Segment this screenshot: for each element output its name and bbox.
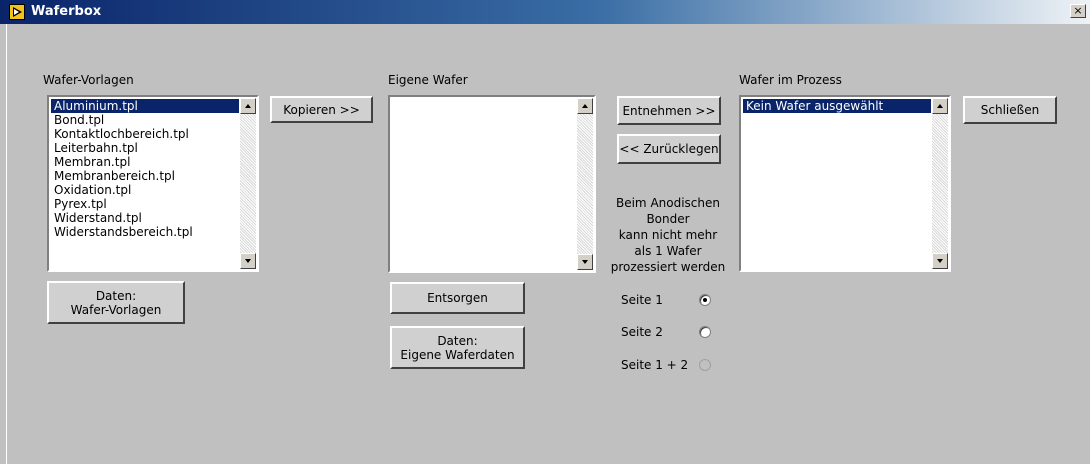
window-title: Waferbox (31, 4, 102, 19)
process-label: Wafer im Prozess (739, 73, 842, 87)
return-button[interactable]: << Zurücklegen (617, 134, 721, 164)
list-item[interactable]: Widerstand.tpl (51, 211, 239, 225)
templates-listbox[interactable]: Aluminium.tpl Bond.tpl Kontaktlochbereich.… (47, 95, 259, 272)
bonder-note: Beim Anodischen Bonder kann nicht mehr a… (610, 196, 726, 274)
copy-button[interactable]: Kopieren >> (270, 96, 373, 123)
templates-items: Aluminium.tpl Bond.tpl Kontaktlochbereich.… (51, 99, 239, 239)
app-icon (9, 4, 25, 20)
list-item[interactable]: Kontaktlochbereich.tpl (51, 127, 239, 141)
scroll-up-button[interactable] (240, 98, 256, 114)
arrow-down-icon (245, 259, 251, 263)
title-bar: Waferbox × (0, 0, 1090, 24)
take-button[interactable]: Entnehmen >> (617, 96, 721, 125)
arrow-up-icon (937, 104, 943, 108)
side-option-label: Seite 1 (621, 293, 663, 307)
scroll-up-button[interactable] (932, 98, 948, 114)
arrow-up-icon (582, 104, 588, 108)
dispose-button[interactable]: Entsorgen (390, 282, 525, 314)
side-option-radio[interactable] (699, 294, 711, 306)
list-item[interactable]: Oxidation.tpl (51, 183, 239, 197)
list-item[interactable]: Aluminium.tpl (51, 99, 239, 113)
templates-scrollbar[interactable] (240, 98, 256, 269)
side-option-label: Seite 2 (621, 325, 663, 339)
list-item[interactable]: Leiterbahn.tpl (51, 141, 239, 155)
own-data-button[interactable]: Daten: Eigene Waferdaten (390, 326, 525, 369)
side-option-label: Seite 1 + 2 (621, 358, 689, 372)
close-button[interactable]: Schließen (963, 96, 1057, 124)
scroll-down-button[interactable] (577, 254, 593, 270)
templates-label: Wafer-Vorlagen (43, 73, 134, 87)
list-item[interactable]: Pyrex.tpl (51, 197, 239, 211)
list-item[interactable]: Bond.tpl (51, 113, 239, 127)
process-scrollbar[interactable] (932, 98, 948, 269)
list-item[interactable]: Widerstandsbereich.tpl (51, 225, 239, 239)
own-wafers-scrollbar[interactable] (577, 98, 593, 270)
list-item[interactable]: Membranbereich.tpl (51, 169, 239, 183)
templates-data-button[interactable]: Daten: Wafer-Vorlagen (47, 281, 185, 324)
side-option-radio[interactable] (699, 326, 711, 338)
arrow-up-icon (245, 104, 251, 108)
process-listbox[interactable]: Kein Wafer ausgewählt (739, 95, 951, 272)
side-option-radio (699, 359, 711, 371)
list-item[interactable]: Membran.tpl (51, 155, 239, 169)
close-icon[interactable]: × (1070, 4, 1086, 18)
list-item[interactable]: Kein Wafer ausgewählt (743, 99, 931, 113)
main-panel: Wafer-Vorlagen Aluminium.tpl Bond.tpl Kont… (6, 24, 1090, 464)
arrow-down-icon (937, 259, 943, 263)
scroll-down-button[interactable] (932, 253, 948, 269)
process-items: Kein Wafer ausgewählt (743, 99, 931, 113)
own-wafers-listbox[interactable] (388, 95, 596, 273)
arrow-down-icon (582, 260, 588, 264)
scroll-up-button[interactable] (577, 98, 593, 114)
scroll-down-button[interactable] (240, 253, 256, 269)
own-wafers-label: Eigene Wafer (388, 73, 468, 87)
